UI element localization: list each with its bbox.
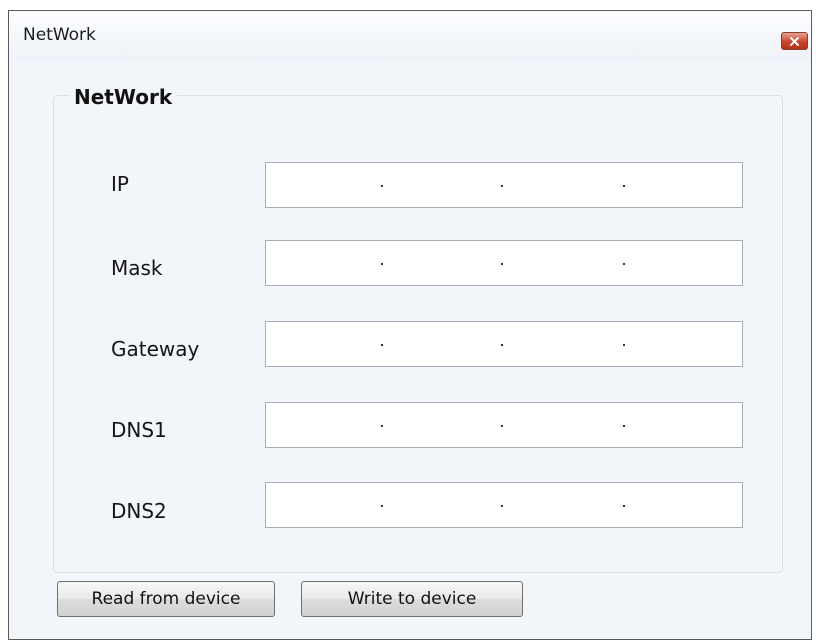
ip-octet-separator	[623, 185, 625, 187]
ip-octet-separator	[623, 505, 625, 507]
close-icon	[790, 37, 799, 46]
ip-address-input[interactable]	[265, 162, 743, 208]
ip-octet-separator	[623, 263, 625, 265]
dns2-input[interactable]	[265, 482, 743, 528]
ip-octet-separator	[381, 185, 383, 187]
ip-octet-separator	[623, 344, 625, 346]
ip-octet-separator	[501, 344, 503, 346]
ip-octet-separator	[381, 344, 383, 346]
dns1-label: DNS1	[111, 418, 167, 442]
gateway-label: Gateway	[111, 337, 200, 361]
network-window: NetWork NetWork IP Mask Gateway DNS1 DNS…	[8, 10, 812, 640]
dns2-label: DNS2	[111, 499, 167, 523]
groupbox-title: NetWork	[69, 85, 178, 109]
dns1-input[interactable]	[265, 402, 743, 448]
ip-octet-separator	[501, 263, 503, 265]
write-to-device-button[interactable]: Write to device	[301, 581, 523, 617]
ip-octet-separator	[501, 505, 503, 507]
write-to-device-label: Write to device	[347, 589, 477, 609]
window-client-area: NetWork IP Mask Gateway DNS1 DNS2 Read f…	[9, 61, 811, 639]
ip-octet-separator	[501, 425, 503, 427]
window-title: NetWork	[23, 25, 96, 45]
ip-octet-separator	[501, 185, 503, 187]
ip-octet-separator	[381, 505, 383, 507]
mask-label: Mask	[111, 256, 163, 280]
ip-octet-separator	[381, 263, 383, 265]
close-button[interactable]	[781, 32, 808, 50]
ip-label: IP	[111, 172, 129, 196]
ip-octet-separator	[623, 425, 625, 427]
mask-input[interactable]	[265, 240, 743, 286]
read-from-device-label: Read from device	[91, 589, 241, 609]
title-bar[interactable]: NetWork	[9, 11, 811, 61]
ip-octet-separator	[381, 425, 383, 427]
gateway-input[interactable]	[265, 321, 743, 367]
read-from-device-button[interactable]: Read from device	[57, 581, 275, 617]
